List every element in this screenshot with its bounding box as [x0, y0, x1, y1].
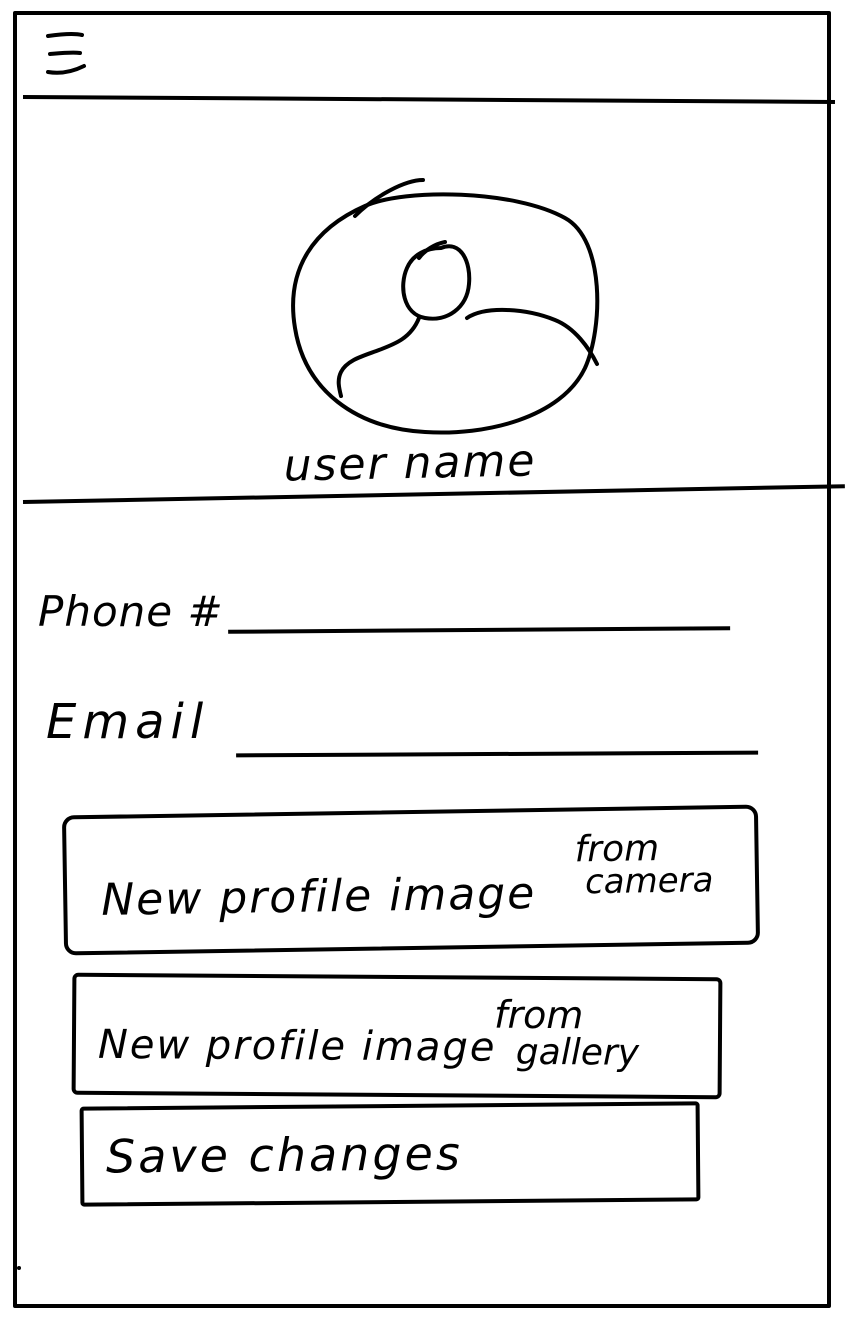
hamburger-menu-icon[interactable] [40, 28, 92, 84]
camera-button-label-camera: camera [584, 860, 714, 903]
gallery-button-label-from: from [493, 992, 584, 1038]
camera-button-label: New profile image [100, 868, 537, 926]
email-input[interactable] [235, 710, 759, 758]
new-image-from-gallery-button[interactable]: New profile image from gallery [71, 972, 723, 1100]
stray-mark [17, 1266, 21, 1270]
email-label: Email [46, 694, 210, 750]
new-image-from-camera-button[interactable]: New profile image from camera [61, 804, 761, 956]
user-avatar-icon[interactable] [285, 168, 615, 448]
profile-screen: user name Phone # Email New profile imag… [0, 0, 845, 1320]
gallery-button-label: New profile image [97, 1021, 497, 1071]
save-button-label: Save changes [105, 1126, 464, 1184]
save-changes-button[interactable]: Save changes [79, 1101, 701, 1207]
phone-label: Phone # [38, 587, 224, 636]
gallery-button-label-gallery: gallery [515, 1031, 640, 1074]
user-name: user name [283, 435, 537, 492]
phone-input[interactable] [227, 586, 731, 634]
